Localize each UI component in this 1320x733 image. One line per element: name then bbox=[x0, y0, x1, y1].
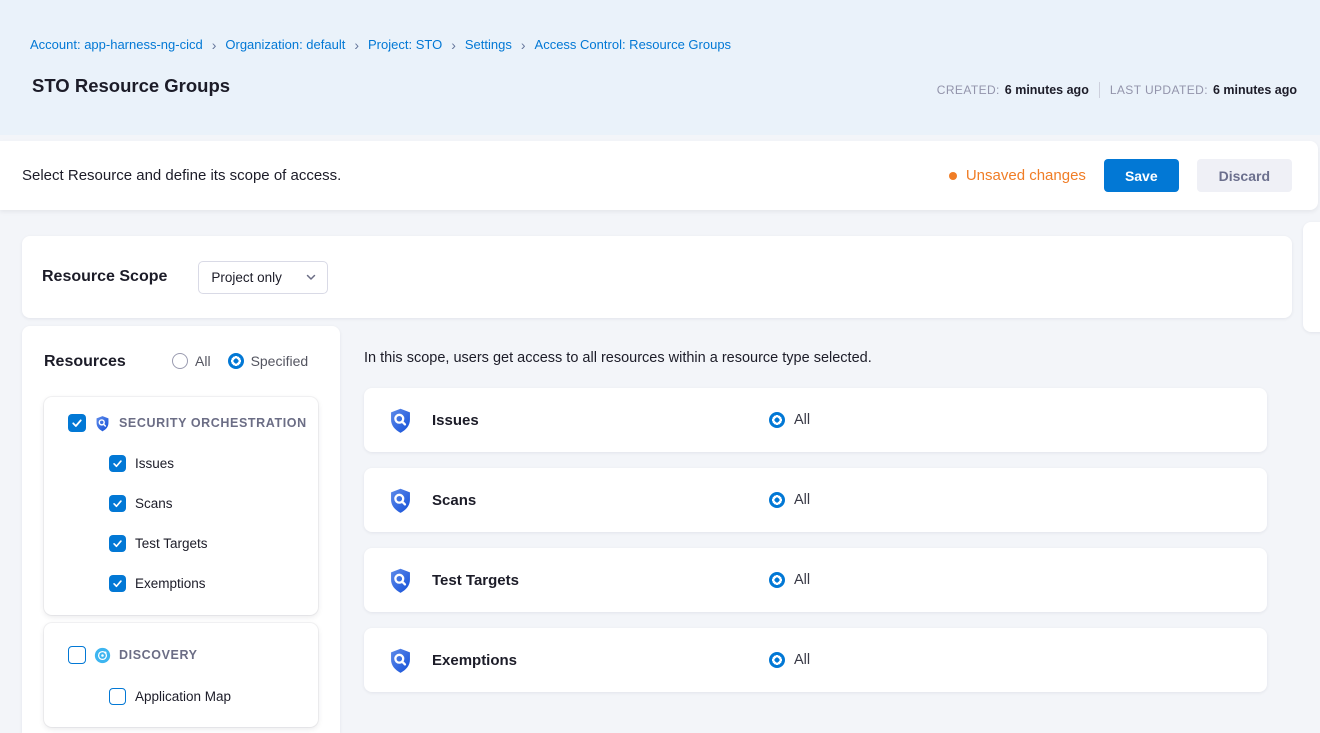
checkbox[interactable] bbox=[109, 688, 126, 705]
resource-row-test-targets: Test Targets All bbox=[364, 548, 1267, 612]
checkbox[interactable] bbox=[109, 495, 126, 512]
header-meta: CREATED: 6 minutes ago LAST UPDATED: 6 m… bbox=[937, 82, 1297, 98]
resource-scope-select[interactable]: Project only bbox=[198, 261, 328, 294]
breadcrumb-organization-link[interactable]: Organization: default bbox=[225, 37, 345, 52]
page-header: Account: app-harness-ng-cicd › Organizat… bbox=[0, 0, 1320, 135]
radio-selected-icon bbox=[769, 412, 785, 428]
created-value: 6 minutes ago bbox=[1005, 83, 1089, 97]
resource-scope-label: Resource Scope bbox=[42, 268, 167, 286]
access-radio-option-all[interactable]: All bbox=[769, 572, 810, 588]
tree-item-label: Exemptions bbox=[135, 576, 206, 591]
resource-row-label: Exemptions bbox=[432, 652, 517, 669]
resource-row-label: Test Targets bbox=[432, 572, 519, 589]
page-title: STO Resource Groups bbox=[32, 75, 230, 97]
radio-option-specified[interactable]: Specified bbox=[228, 353, 309, 369]
group-name: SECURITY ORCHESTRATION bbox=[119, 416, 307, 430]
chevron-right-icon: › bbox=[451, 37, 456, 52]
chevron-right-icon: › bbox=[354, 37, 359, 52]
access-radio-option-all[interactable]: All bbox=[769, 492, 810, 508]
tree-item-issues: Issues bbox=[109, 455, 174, 472]
resources-mode-radio-group: All Specified bbox=[172, 353, 308, 369]
tree-item-scans: Scans bbox=[109, 495, 173, 512]
last-updated-label: LAST UPDATED: bbox=[1110, 83, 1208, 97]
resources-panel: Resources All Specified bbox=[22, 326, 340, 733]
resources-panel-title: Resources bbox=[44, 353, 126, 371]
discard-button[interactable]: Discard bbox=[1197, 159, 1292, 192]
resource-row-label: Issues bbox=[432, 412, 479, 429]
access-all-label: All bbox=[794, 572, 810, 588]
discovery-icon bbox=[94, 647, 111, 664]
resource-row-exemptions: Exemptions All bbox=[364, 628, 1267, 692]
meta-divider bbox=[1099, 82, 1100, 98]
breadcrumb-project-link[interactable]: Project: STO bbox=[368, 37, 442, 52]
toolbar-actions: Unsaved changes Save Discard bbox=[949, 159, 1292, 192]
group-checkbox[interactable] bbox=[68, 646, 86, 664]
resource-scope-card: Resource Scope Project only bbox=[22, 236, 1292, 318]
radio-icon bbox=[172, 353, 188, 369]
scope-access-description: In this scope, users get access to all r… bbox=[364, 350, 872, 366]
breadcrumb-resource-groups-link[interactable]: Access Control: Resource Groups bbox=[535, 37, 732, 52]
radio-option-all[interactable]: All bbox=[172, 353, 211, 369]
access-radio-option-all[interactable]: All bbox=[769, 412, 810, 428]
tree-item-exemptions: Exemptions bbox=[109, 575, 206, 592]
access-all-label: All bbox=[794, 492, 810, 508]
unsaved-changes-label: Unsaved changes bbox=[966, 167, 1086, 184]
checkbox[interactable] bbox=[109, 455, 126, 472]
tree-item-label: Application Map bbox=[135, 689, 231, 704]
resource-groups-page: Account: app-harness-ng-cicd › Organizat… bbox=[0, 0, 1320, 733]
checkbox[interactable] bbox=[109, 535, 126, 552]
resource-row-label: Scans bbox=[432, 492, 476, 509]
radio-selected-icon bbox=[769, 492, 785, 508]
unsaved-dot-icon bbox=[949, 172, 957, 180]
tree-item-application-map: Application Map bbox=[109, 688, 231, 705]
tree-item-label: Issues bbox=[135, 456, 174, 471]
resource-row-scans: Scans All bbox=[364, 468, 1267, 532]
breadcrumb-account-link[interactable]: Account: app-harness-ng-cicd bbox=[30, 37, 203, 52]
access-all-label: All bbox=[794, 412, 810, 428]
resource-group-discovery: DISCOVERY Application Map bbox=[44, 623, 318, 727]
access-radio-option-all[interactable]: All bbox=[769, 652, 810, 668]
breadcrumb-settings-link[interactable]: Settings bbox=[465, 37, 512, 52]
radio-specified-label: Specified bbox=[251, 353, 309, 369]
action-toolbar: Select Resource and define its scope of … bbox=[0, 141, 1318, 210]
group-checkbox[interactable] bbox=[68, 414, 86, 432]
radio-selected-icon bbox=[769, 572, 785, 588]
chevron-down-icon bbox=[305, 271, 317, 283]
resource-group-security-orchestration: SECURITY ORCHESTRATION Issues Scans Test… bbox=[44, 397, 318, 615]
chevron-right-icon: › bbox=[212, 37, 217, 52]
breadcrumb: Account: app-harness-ng-cicd › Organizat… bbox=[30, 37, 731, 52]
resource-row-issues: Issues All bbox=[364, 388, 1267, 452]
resource-scope-selected-value: Project only bbox=[211, 270, 282, 285]
chevron-right-icon: › bbox=[521, 37, 526, 52]
group-header: DISCOVERY bbox=[68, 646, 198, 664]
last-updated-value: 6 minutes ago bbox=[1213, 83, 1297, 97]
radio-all-label: All bbox=[195, 353, 211, 369]
sto-shield-icon bbox=[387, 407, 414, 434]
sto-shield-icon bbox=[387, 567, 414, 594]
radio-selected-icon bbox=[769, 652, 785, 668]
scope-description-text: Select Resource and define its scope of … bbox=[22, 167, 341, 184]
created-label: CREATED: bbox=[937, 83, 1000, 97]
save-button[interactable]: Save bbox=[1104, 159, 1179, 192]
group-header: SECURITY ORCHESTRATION bbox=[68, 414, 307, 432]
group-name: DISCOVERY bbox=[119, 648, 198, 662]
sto-shield-icon bbox=[387, 647, 414, 674]
side-peek-card bbox=[1303, 222, 1320, 332]
tree-item-label: Test Targets bbox=[135, 536, 208, 551]
sto-shield-icon bbox=[94, 415, 111, 432]
checkbox[interactable] bbox=[109, 575, 126, 592]
tree-item-label: Scans bbox=[135, 496, 173, 511]
radio-selected-icon bbox=[228, 353, 244, 369]
unsaved-changes-status: Unsaved changes bbox=[949, 167, 1086, 184]
sto-shield-icon bbox=[387, 487, 414, 514]
tree-item-test-targets: Test Targets bbox=[109, 535, 208, 552]
access-all-label: All bbox=[794, 652, 810, 668]
